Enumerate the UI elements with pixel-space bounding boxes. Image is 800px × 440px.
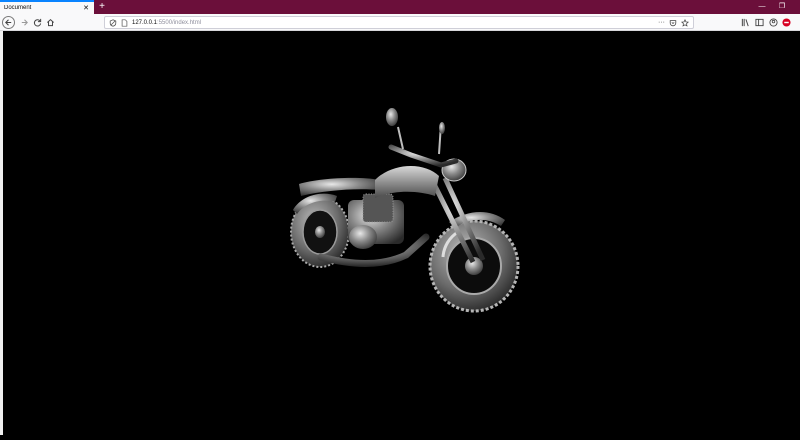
page-info-icon[interactable] <box>121 18 128 27</box>
right-mirror <box>439 122 445 134</box>
home-button[interactable] <box>43 15 57 29</box>
navigation-toolbar: 127.0.0.1 :5500/index.html ··· <box>0 14 800 31</box>
pocket-icon[interactable] <box>669 19 677 27</box>
tab-title: Document <box>4 5 32 11</box>
sidebar-icon[interactable] <box>754 17 764 27</box>
page-actions-menu-icon[interactable]: ··· <box>658 19 665 26</box>
engine-block <box>348 193 404 249</box>
tab-document[interactable]: Document ✕ <box>0 0 94 14</box>
left-mirror <box>386 108 398 126</box>
motorcycle-3d-model <box>290 108 520 313</box>
url-host: 127.0.0.1 <box>132 19 158 26</box>
library-icon[interactable] <box>740 17 750 27</box>
forward-arrow-icon <box>21 18 28 26</box>
new-tab-button[interactable]: + <box>96 1 108 13</box>
handlebar <box>388 144 459 168</box>
forward-button[interactable] <box>17 15 31 29</box>
close-tab-icon[interactable]: ✕ <box>82 4 90 12</box>
browser-titlebar: Document ✕ + — ❐ <box>0 0 800 14</box>
bookmark-star-icon[interactable] <box>681 18 689 27</box>
home-icon <box>46 18 54 26</box>
addon-stop-icon[interactable] <box>781 17 791 27</box>
minimize-button[interactable]: — <box>752 0 772 14</box>
back-arrow-icon <box>5 19 12 26</box>
webgl-canvas[interactable] <box>3 32 800 435</box>
reload-icon <box>33 18 41 26</box>
mirror-stems <box>397 123 442 155</box>
seat <box>299 177 381 196</box>
url-path: :5500/index.html <box>157 19 202 26</box>
back-button[interactable] <box>2 16 15 29</box>
tracking-protection-icon[interactable] <box>109 18 117 27</box>
reload-button[interactable] <box>30 15 44 29</box>
fuel-tank <box>375 165 439 198</box>
address-bar[interactable]: 127.0.0.1 :5500/index.html ··· <box>104 16 694 29</box>
account-icon[interactable] <box>768 17 778 27</box>
restore-button[interactable]: ❐ <box>772 0 792 14</box>
front-wheel <box>428 219 520 313</box>
